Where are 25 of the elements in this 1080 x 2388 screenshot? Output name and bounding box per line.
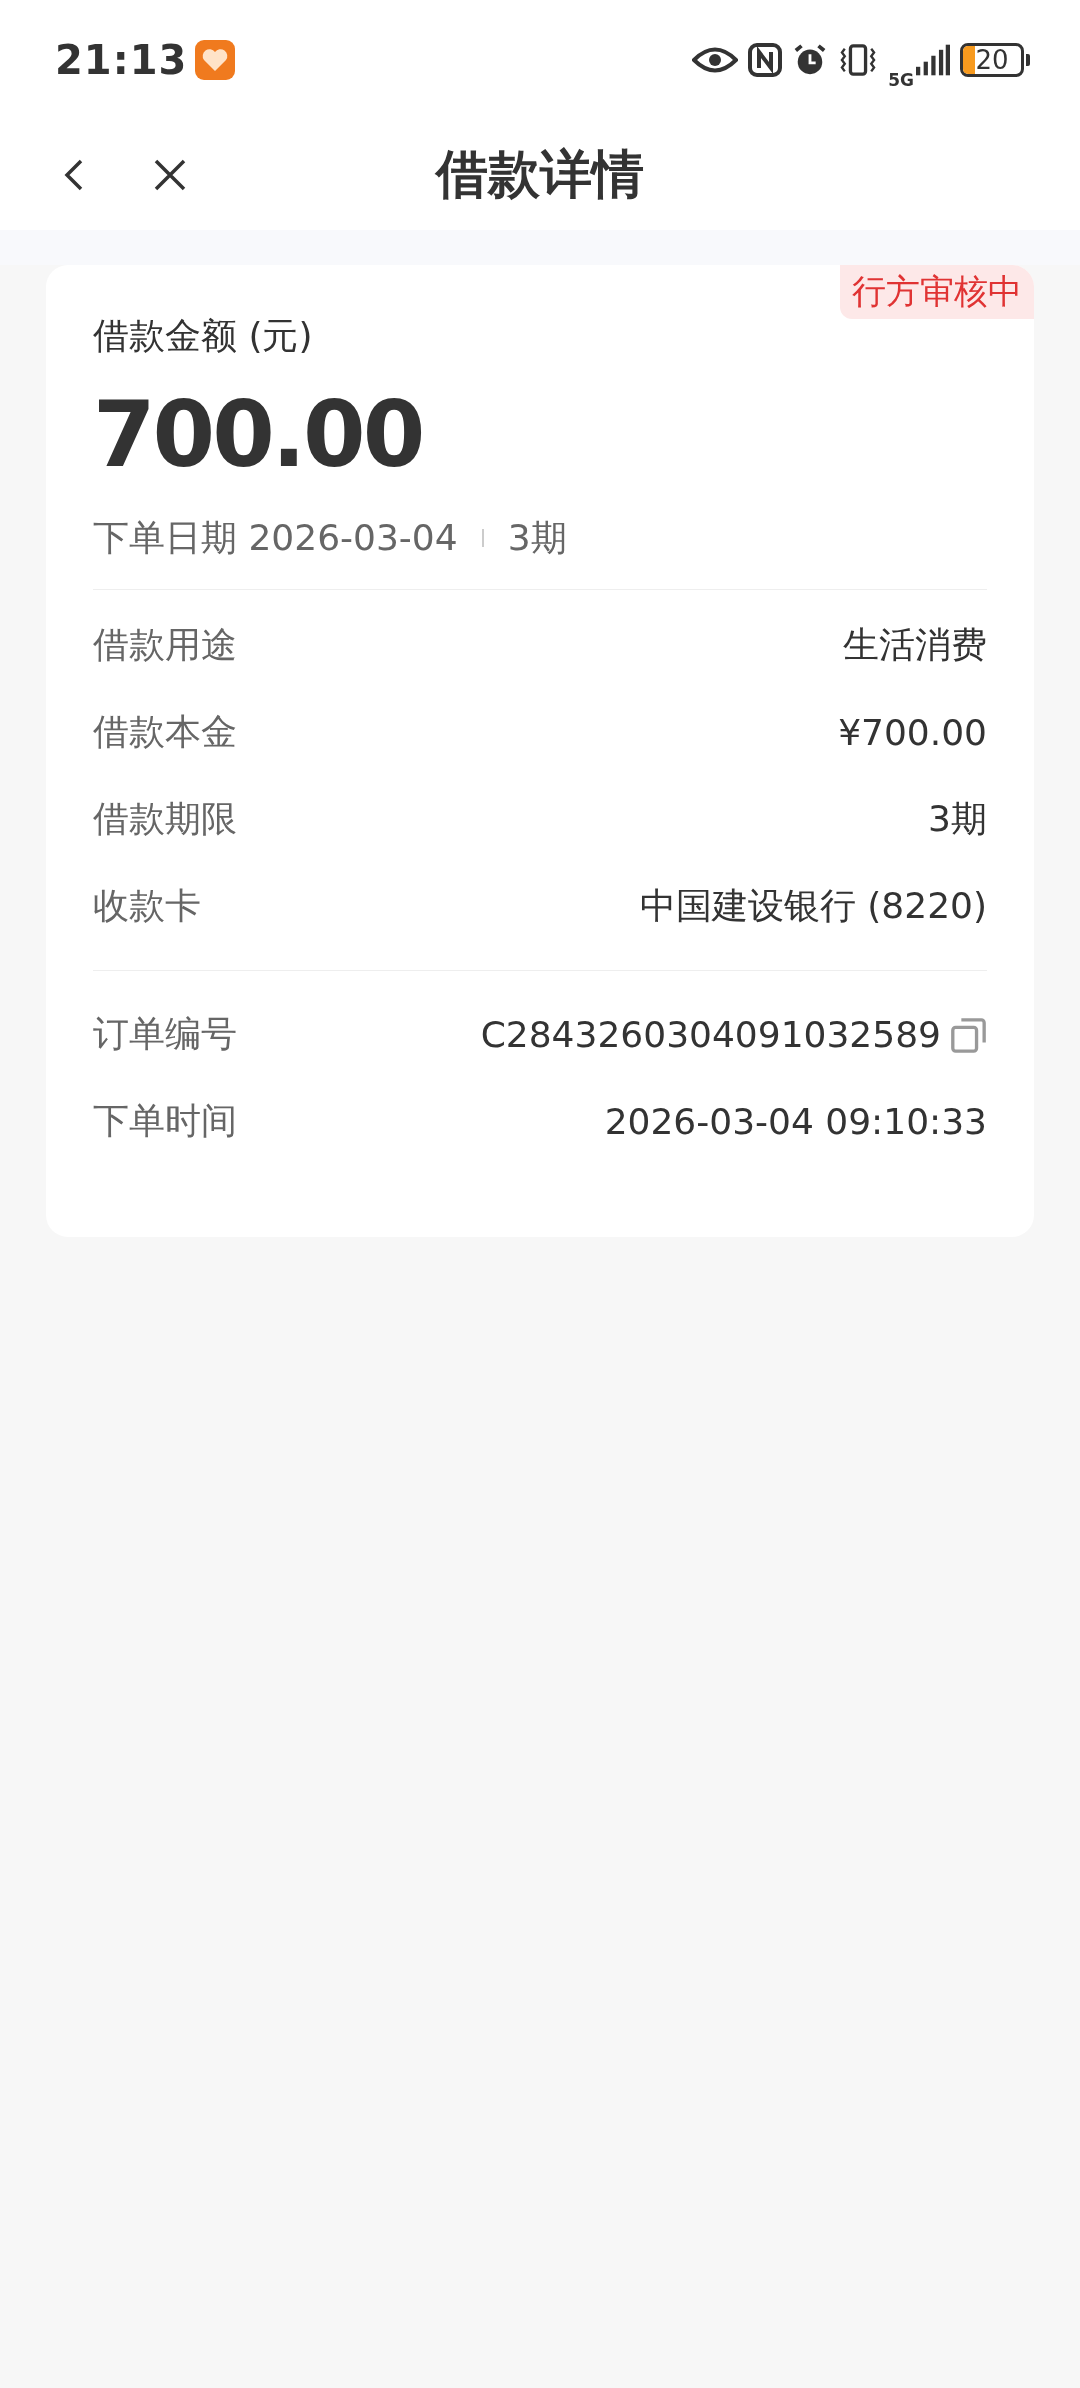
order-date: 下单日期 2026-03-04 [93, 516, 458, 560]
detail-value: C2843260304091032589 [480, 1014, 941, 1055]
detail-label: 订单编号 [93, 1012, 237, 1056]
detail-value: 3期 [928, 797, 987, 841]
detail-label: 借款用途 [93, 623, 237, 667]
battery-indicator: 20 [960, 43, 1024, 77]
amount-label: 借款金额 (元) [93, 314, 314, 358]
page-title: 借款详情 [436, 143, 644, 206]
detail-value: ¥700.00 [838, 712, 987, 753]
loan-term: 3期 [507, 516, 567, 560]
loan-amount: 700.00 [93, 381, 424, 489]
copy-icon[interactable] [949, 1015, 987, 1054]
detail-label: 借款期限 [93, 797, 237, 841]
heart-app-icon [195, 40, 236, 80]
detail-label: 收款卡 [93, 884, 201, 928]
nfc-icon [748, 43, 783, 77]
detail-label: 借款本金 [93, 710, 237, 754]
detail-value: 2026-03-04 09:10:33 [604, 1101, 987, 1142]
detail-value: 中国建设银行 (8220) [639, 884, 987, 928]
status-time: 21:13 [55, 37, 188, 83]
status-badge: 行方审核中 [840, 265, 1034, 319]
detail-label: 下单时间 [93, 1099, 237, 1143]
network-label: 5G [888, 70, 914, 90]
detail-value: 生活消费 [843, 623, 987, 667]
signal-icon [916, 43, 950, 77]
